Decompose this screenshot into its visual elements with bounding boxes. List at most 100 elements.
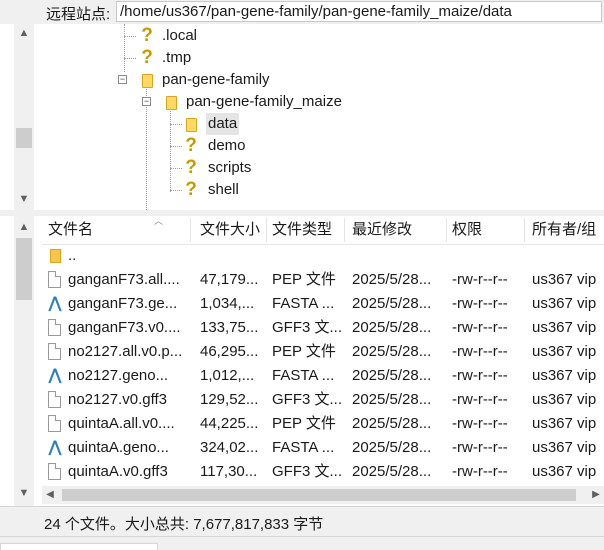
- file-type: FASTA ...: [272, 367, 335, 384]
- file-owner: us367 vip: [532, 367, 597, 384]
- tree-item-data[interactable]: data: [184, 113, 264, 135]
- file-row[interactable]: ⋀ quintaA.geno... 324,02... FASTA ... 2025/5…: [42, 436, 604, 460]
- file-modified: 2025/5/28...: [352, 295, 432, 312]
- file-name: no2127.all.v0.p...: [68, 343, 183, 360]
- tree-item-label: demo: [208, 137, 246, 154]
- fasta-icon: ⋀: [48, 439, 62, 456]
- remote-site-panel: 远程站点: /home/us367/pan-gene-family/pan-ge…: [0, 0, 604, 550]
- file-list-hscroll-thumb[interactable]: [62, 489, 576, 501]
- file-permissions: -rw-r--r--: [452, 391, 508, 408]
- file-name: ganganF73.ge...: [68, 295, 178, 312]
- scroll-up-icon[interactable]: ▲: [14, 24, 34, 42]
- file-permissions: -rw-r--r--: [452, 415, 508, 432]
- column-header-modified[interactable]: 最近修改: [352, 216, 412, 244]
- file-type: PEP 文件: [272, 343, 336, 360]
- tree-item-label: scripts: [208, 159, 252, 176]
- file-owner: us367 vip: [532, 343, 597, 360]
- tree-item-label: .local: [162, 27, 198, 44]
- file-owner: us367 vip: [532, 271, 597, 288]
- column-header-filetype[interactable]: 文件类型: [272, 216, 332, 244]
- column-separator[interactable]: [446, 218, 447, 242]
- file-owner: us367 vip: [532, 463, 597, 480]
- file-row[interactable]: ganganF73.all.... 47,179... PEP 文件 2025/5/2…: [42, 268, 604, 292]
- tree-item-shell[interactable]: ? shell: [184, 179, 264, 201]
- file-name: no2127.v0.gff3: [68, 391, 167, 408]
- file-list-scroll-thumb[interactable]: [16, 238, 32, 300]
- collapse-icon[interactable]: −: [142, 97, 151, 106]
- file-size: 133,75...: [200, 319, 259, 336]
- question-icon: ?: [185, 157, 197, 178]
- tree-guide-line: [170, 108, 171, 192]
- column-header-permissions[interactable]: 权限: [452, 216, 482, 244]
- file-icon: [48, 319, 61, 336]
- tree-guide-line: [124, 58, 136, 59]
- column-header-filesize[interactable]: 文件大小: [200, 216, 260, 244]
- scroll-down-icon[interactable]: ▼: [14, 484, 34, 502]
- file-type: GFF3 文...: [272, 463, 342, 480]
- file-permissions: -rw-r--r--: [452, 439, 508, 456]
- remote-site-label: 远程站点:: [46, 6, 111, 23]
- column-separator[interactable]: [266, 218, 267, 242]
- file-row[interactable]: ganganF73.v0.... 133,75... GFF3 文... 2025/5…: [42, 316, 604, 340]
- file-name: no2127.geno...: [68, 367, 169, 384]
- scroll-left-icon[interactable]: ◀: [42, 486, 58, 504]
- remote-path-input[interactable]: /home/us367/pan-gene-family/pan-gene-fam…: [116, 1, 602, 22]
- bottom-tab[interactable]: [0, 543, 158, 550]
- file-icon: [48, 463, 61, 480]
- file-name: ganganF73.v0....: [68, 319, 181, 336]
- file-size: 1,034,...: [200, 295, 255, 312]
- tree-item-demo[interactable]: ? demo: [184, 135, 264, 157]
- file-permissions: -rw-r--r--: [452, 463, 508, 480]
- scroll-up-icon[interactable]: ▲: [14, 218, 34, 236]
- scroll-right-icon[interactable]: ▶: [588, 486, 604, 504]
- file-permissions: -rw-r--r--: [452, 295, 508, 312]
- file-row[interactable]: no2127.all.v0.p... 46,295... PEP 文件 2025/5/…: [42, 340, 604, 364]
- file-type: GFF3 文...: [272, 319, 342, 336]
- column-header-owner[interactable]: 所有者/组: [532, 216, 596, 244]
- file-icon: [48, 343, 61, 360]
- tree-scroll-thumb[interactable]: [16, 128, 32, 148]
- tree-guide-line: [170, 124, 182, 125]
- file-row[interactable]: no2127.v0.gff3 129,52... GFF3 文... 2025/5/2…: [42, 388, 604, 412]
- file-list-vertical-scrollbar[interactable]: ▲ ▼: [14, 216, 34, 506]
- file-list: ▲ ▼ ︿ 文件名 文件大小 文件类型 最近修改 权限 所有者/组 .. gan…: [0, 216, 604, 506]
- column-separator[interactable]: [524, 218, 525, 242]
- file-row[interactable]: ⋀ ganganF73.ge... 1,034,... FASTA ... 2025/5…: [42, 292, 604, 316]
- scroll-down-icon[interactable]: ▼: [14, 190, 34, 208]
- file-list-header: ︿ 文件名 文件大小 文件类型 最近修改 权限 所有者/组: [42, 216, 604, 245]
- fasta-icon: ⋀: [48, 367, 62, 384]
- tree-item-label: data: [206, 113, 240, 135]
- tree-item-label: pan-gene-family: [162, 71, 270, 88]
- file-list-horizontal-scrollbar[interactable]: ◀ ▶: [42, 486, 604, 504]
- column-separator[interactable]: [344, 218, 345, 242]
- parent-directory-row[interactable]: ..: [42, 244, 604, 268]
- file-row[interactable]: quintaA.v0.gff3 117,30... GFF3 文... 2025/5/…: [42, 460, 604, 484]
- file-modified: 2025/5/28...: [352, 343, 432, 360]
- file-modified: 2025/5/28...: [352, 271, 432, 288]
- file-row[interactable]: ⋀ no2127.geno... 1,012,... FASTA ... 2025/5/…: [42, 364, 604, 388]
- file-owner: us367 vip: [532, 415, 597, 432]
- question-icon: ?: [185, 179, 197, 200]
- file-row[interactable]: quintaA.all.v0.... 44,225... PEP 文件 2025/5/…: [42, 412, 604, 436]
- file-type: FASTA ...: [272, 295, 335, 312]
- tree-vertical-scrollbar[interactable]: ▲ ▼: [14, 24, 34, 210]
- file-owner: us367 vip: [532, 391, 597, 408]
- column-header-filename[interactable]: 文件名: [48, 216, 93, 244]
- tree-item-pan-gene-family[interactable]: − pan-gene-family: [118, 69, 298, 91]
- tree-item-scripts[interactable]: ? scripts: [184, 157, 264, 179]
- tree-guide-line: [170, 146, 182, 147]
- file-permissions: -rw-r--r--: [452, 367, 508, 384]
- status-bar: 24 个文件。大小总共: 7,677,817,833 字节: [0, 506, 604, 537]
- column-separator[interactable]: [190, 218, 191, 242]
- tree-guide-line: [170, 168, 182, 169]
- file-size: 324,02...: [200, 439, 259, 456]
- question-icon: ?: [185, 135, 197, 156]
- folder-icon: [50, 249, 61, 263]
- tree-item-pan-gene-family-maize[interactable]: − pan-gene-family_maize: [142, 91, 372, 113]
- file-type: PEP 文件: [272, 271, 336, 288]
- folder-icon: [166, 96, 177, 110]
- collapse-icon[interactable]: −: [118, 75, 127, 84]
- file-type: FASTA ...: [272, 439, 335, 456]
- file-size: 117,30...: [200, 463, 258, 480]
- file-permissions: -rw-r--r--: [452, 271, 508, 288]
